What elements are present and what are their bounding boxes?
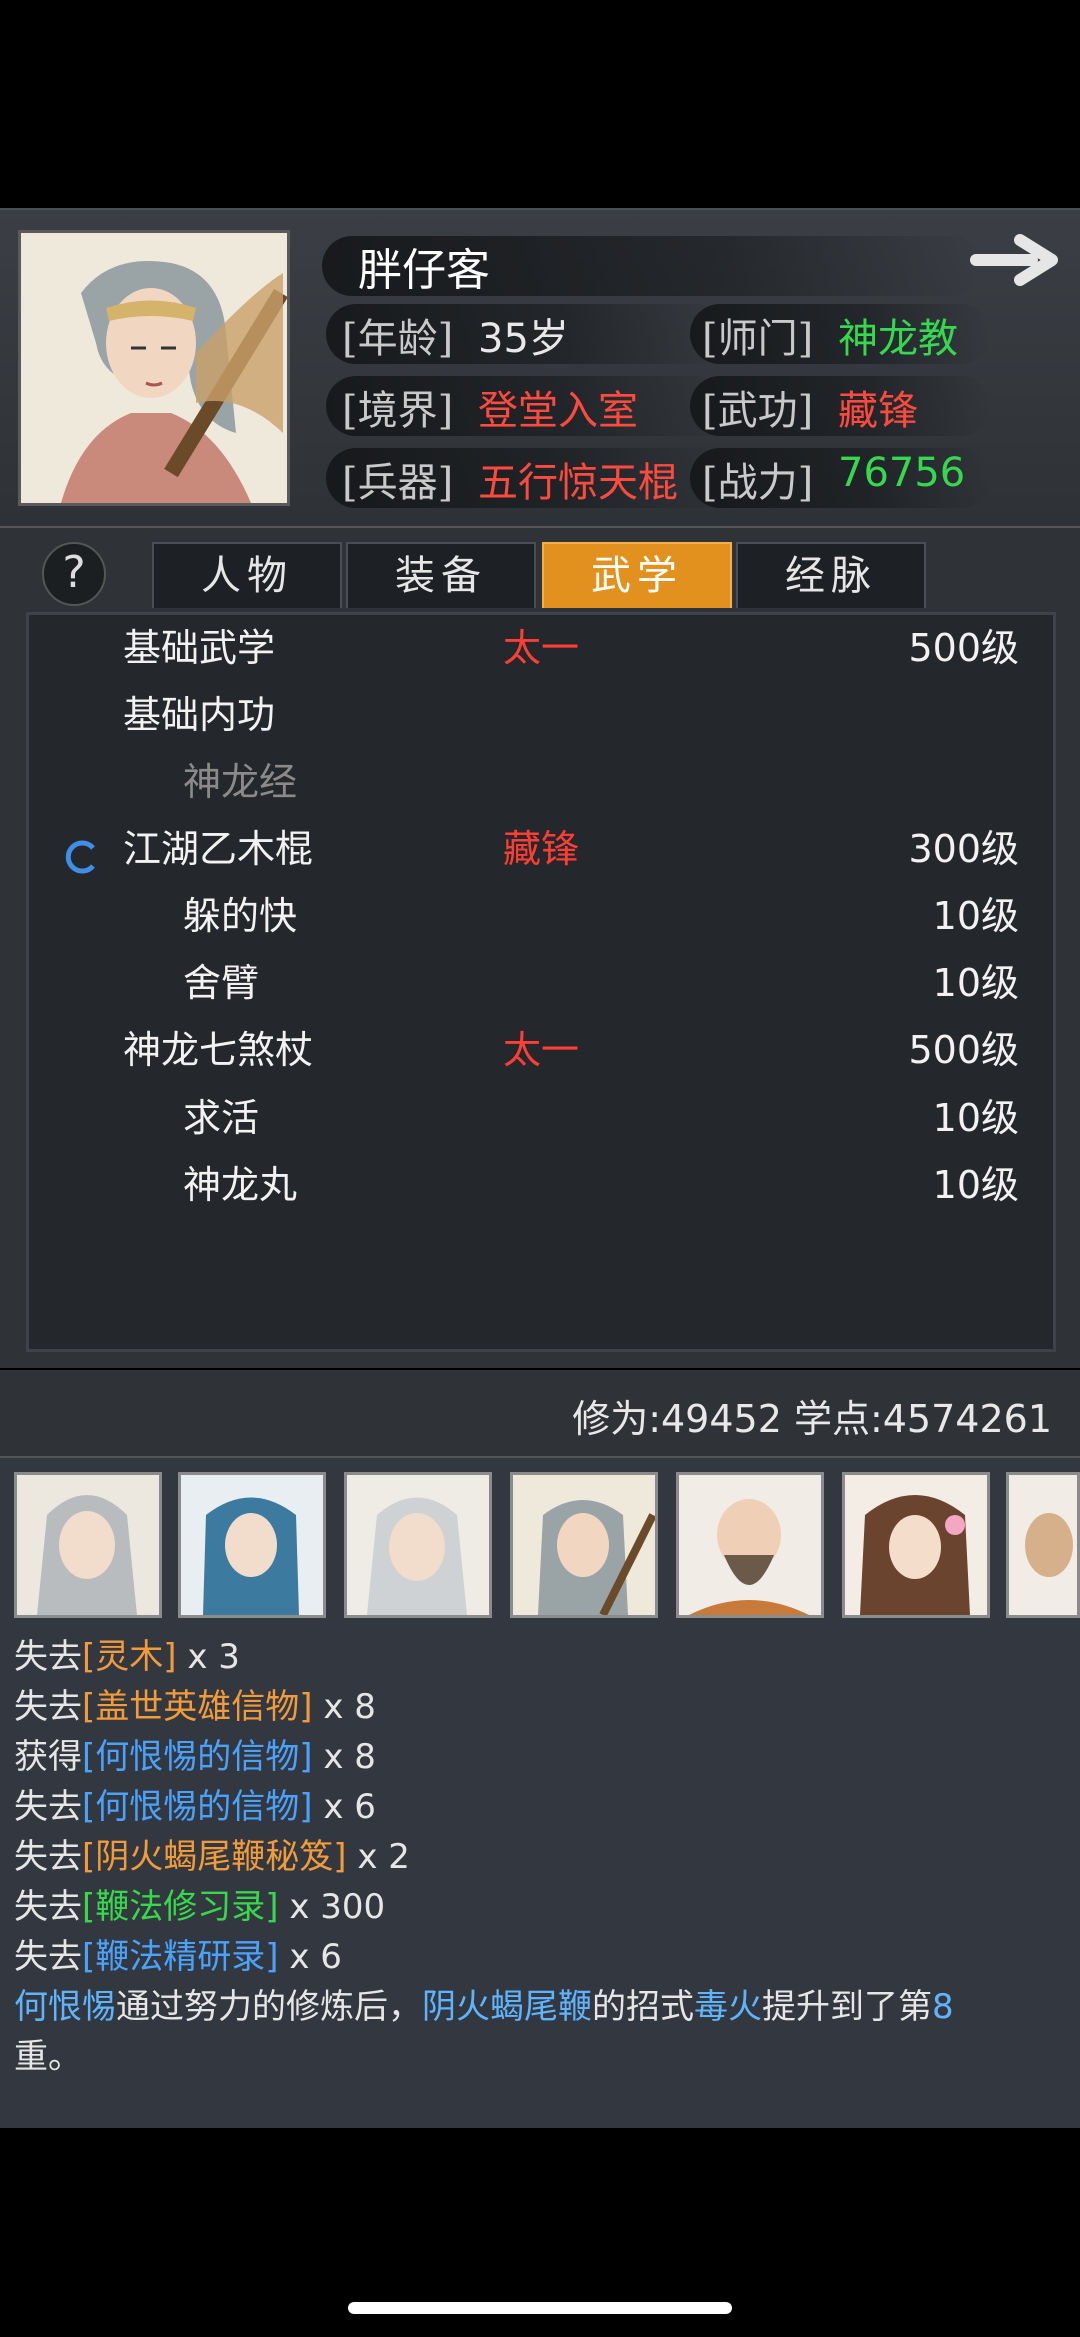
- skills-list: 基础武学 太一 500级 基础内功 神龙经 江湖乙木棍 藏锋 300级 躲的快 …: [26, 612, 1056, 1352]
- age-label: [年龄]: [342, 316, 454, 362]
- skill-row[interactable]: 舍臂 10级: [29, 950, 1059, 1016]
- log-line: 失去[鞭法修习录] x 300: [14, 1887, 386, 1927]
- realm-value: 登堂入室: [478, 388, 638, 434]
- skill-row[interactable]: 基础内功: [29, 682, 1059, 748]
- skill-level: 10级: [932, 894, 1019, 938]
- skill-row[interactable]: 求活 10级: [29, 1085, 1059, 1151]
- tab-martial-arts[interactable]: 武学: [542, 542, 732, 608]
- weapon-value: 五行惊天棍: [478, 460, 678, 506]
- power-label: [战力]: [702, 460, 814, 506]
- skill-level: 500级: [908, 626, 1019, 670]
- help-icon[interactable]: ?: [42, 542, 106, 606]
- companion-avatar[interactable]: [842, 1472, 990, 1618]
- character-header: 胖仔客 [年龄] 35岁 [师门] 神龙教 [境界] 登堂入室 [武功] 藏锋 …: [0, 208, 1080, 528]
- log-line: 获得[何恨惕的信物] x 8: [14, 1737, 376, 1777]
- refresh-icon: [63, 830, 101, 874]
- skill-row[interactable]: 神龙经: [29, 749, 1059, 815]
- skill-level: 300级: [908, 827, 1019, 871]
- skill-row[interactable]: 神龙丸 10级: [29, 1152, 1059, 1218]
- skill-name: 基础内功: [123, 693, 276, 737]
- realm-label: [境界]: [342, 388, 454, 434]
- companion-avatar[interactable]: [178, 1472, 326, 1618]
- skill-level: 500级: [908, 1028, 1019, 1072]
- sect-value: 神龙教: [838, 316, 958, 362]
- stats-bar: 修为:49452 学点:4574261: [0, 1370, 1080, 1458]
- skill-name: 神龙丸: [183, 1163, 298, 1207]
- log-line: 失去[阴火蝎尾鞭秘笈] x 2: [14, 1837, 410, 1877]
- skill-name: 神龙经: [183, 760, 298, 804]
- tab-bar: ? 人物 装备 武学 经脉: [0, 528, 1080, 610]
- skill-name: 江湖乙木棍: [123, 827, 314, 871]
- skill-tag: 藏锋: [503, 827, 580, 871]
- skill-name: 求活: [183, 1096, 260, 1140]
- age-value: 35岁: [478, 316, 569, 362]
- skill-row[interactable]: 江湖乙木棍 藏锋 300级: [29, 816, 1059, 882]
- skill-name: 躲的快: [183, 894, 298, 938]
- home-indicator[interactable]: [348, 2302, 732, 2314]
- tab-meridians[interactable]: 经脉: [736, 542, 926, 608]
- weapon-label: [兵器]: [342, 460, 454, 506]
- skill-level: 10级: [932, 1163, 1019, 1207]
- cultivation-stats: 修为:49452 学点:4574261: [572, 1397, 1052, 1441]
- sect-label: [师门]: [702, 316, 814, 362]
- skill-name: 神龙七煞杖: [123, 1028, 314, 1072]
- tab-equipment[interactable]: 装备: [346, 542, 536, 608]
- event-log: 失去[灵木] x 3 失去[盖世英雄信物] x 8 获得[何恨惕的信物] x 8…: [0, 1458, 1080, 2128]
- log-line: 重。: [14, 2037, 82, 2077]
- companion-avatar[interactable]: [510, 1472, 658, 1618]
- skill-row[interactable]: 神龙七煞杖 太一 500级: [29, 1017, 1059, 1083]
- log-line: 失去[何恨惕的信物] x 6: [14, 1787, 376, 1827]
- character-name: 胖仔客: [358, 245, 490, 296]
- tab-character[interactable]: 人物: [152, 542, 342, 608]
- skill-name: 舍臂: [183, 961, 260, 1005]
- skill-tag: 太一: [503, 1028, 580, 1072]
- martial-label: [武功]: [702, 388, 814, 434]
- skill-name: 基础武学: [123, 626, 276, 670]
- log-line: 失去[灵木] x 3: [14, 1637, 240, 1677]
- log-line: 何恨惕通过努力的修炼后，阴火蝎尾鞭的招式毒火提升到了第8: [14, 1987, 954, 2027]
- power-value: 76756: [838, 450, 966, 496]
- companion-avatar[interactable]: [344, 1472, 492, 1618]
- skill-row[interactable]: 基础武学 太一 500级: [29, 615, 1059, 681]
- log-line: 失去[鞭法精研录] x 6: [14, 1937, 342, 1977]
- character-portrait[interactable]: [18, 230, 290, 506]
- skill-row[interactable]: 躲的快 10级: [29, 883, 1059, 949]
- martial-value: 藏锋: [838, 388, 918, 434]
- companion-avatar[interactable]: [14, 1472, 162, 1618]
- next-arrow-icon[interactable]: [970, 230, 1062, 290]
- portrait-illustration: [21, 233, 288, 503]
- skill-tag: 太一: [503, 626, 580, 670]
- companion-avatar[interactable]: [676, 1472, 824, 1618]
- log-line: 失去[盖世英雄信物] x 8: [14, 1687, 376, 1727]
- companion-avatar[interactable]: [1006, 1472, 1080, 1618]
- skill-level: 10级: [932, 961, 1019, 1005]
- skill-level: 10级: [932, 1096, 1019, 1140]
